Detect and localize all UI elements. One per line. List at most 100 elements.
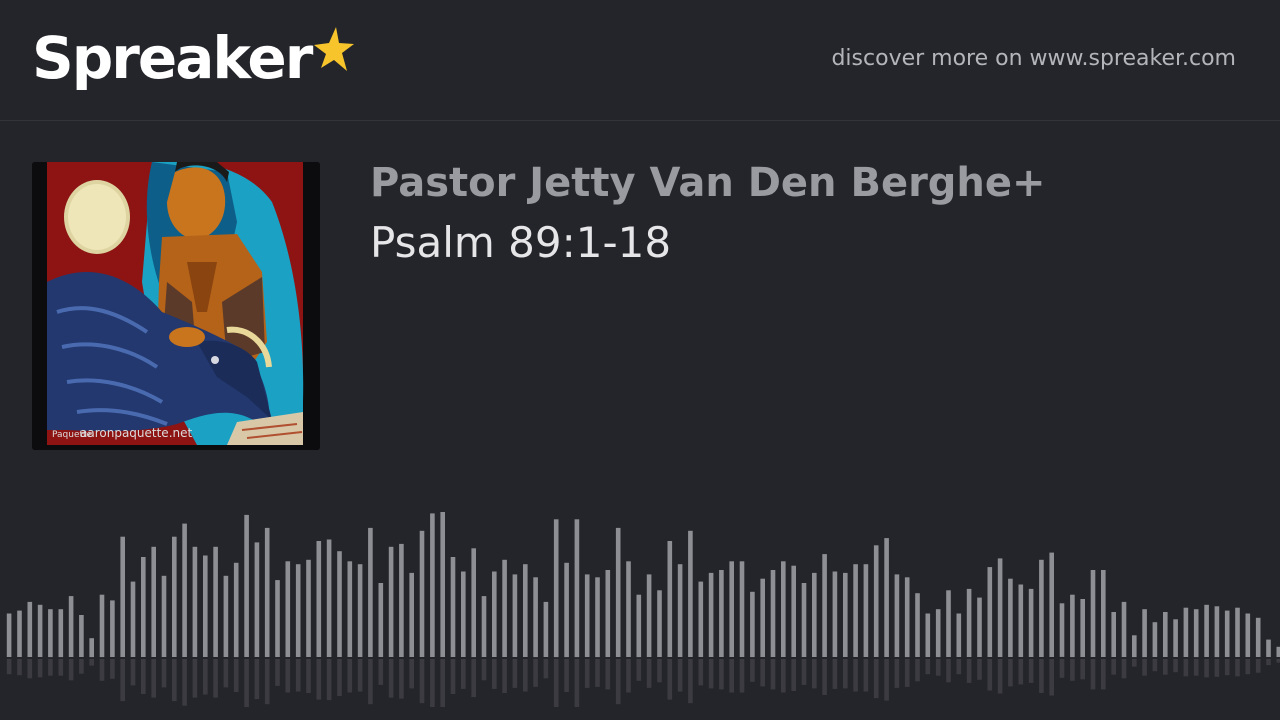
waveform-bar-reflection	[151, 659, 156, 698]
waveform-bar-reflection	[430, 659, 435, 707]
waveform-bar-reflection	[295, 659, 301, 692]
waveform-bar-reflection	[966, 659, 972, 683]
waveform-bar-reflection	[110, 659, 115, 679]
waveform-bar	[151, 546, 156, 657]
waveform-bar	[873, 545, 879, 657]
waveform-bar-reflection	[37, 659, 43, 678]
waveform-bar	[946, 590, 951, 657]
waveform-bar	[770, 570, 776, 657]
waveform-bar	[68, 596, 74, 657]
waveform-bar	[306, 559, 311, 657]
waveform-bar-reflection	[574, 659, 580, 707]
waveform-bar-reflection	[553, 659, 559, 707]
waveform-bar-reflection	[884, 659, 889, 701]
waveform-bar-reflection	[1028, 659, 1034, 683]
waveform-bar	[719, 570, 724, 657]
waveform-bar-reflection	[997, 659, 1003, 694]
spreaker-logo[interactable]: Spreaker	[32, 22, 356, 102]
waveform-bar	[409, 572, 414, 657]
waveform-bar-reflection	[1132, 659, 1137, 667]
waveform-bar-reflection	[419, 659, 425, 704]
waveform-bar-reflection	[347, 659, 353, 693]
waveform-bar-reflection	[750, 659, 755, 682]
waveform-bar	[1018, 584, 1024, 657]
waveform-bar-reflection	[1173, 659, 1178, 673]
waveform-bar	[1008, 578, 1013, 657]
waveform-bar	[822, 554, 827, 657]
waveform-bar-reflection	[904, 659, 910, 687]
waveform-bar-reflection	[130, 659, 136, 686]
waveform-bar-reflection	[1266, 659, 1271, 666]
waveform-bar	[997, 558, 1003, 657]
waveform-bar-reflection	[17, 659, 22, 676]
waveform-bar-reflection	[935, 659, 941, 676]
waveform-bar-reflection	[584, 659, 590, 688]
waveform-bar-reflection	[863, 659, 869, 692]
waveform-bar	[399, 543, 404, 657]
waveform-bar	[605, 570, 611, 657]
waveform-bar	[1142, 609, 1147, 658]
waveform-bar	[213, 546, 218, 657]
waveform-bar	[564, 562, 569, 658]
waveform-bar	[1235, 607, 1240, 657]
waveform-bar-reflection	[182, 659, 187, 706]
waveform-bar	[79, 615, 84, 657]
waveform-bar	[203, 555, 208, 657]
waveform-bar-reflection	[378, 659, 384, 685]
waveform-bar	[285, 561, 291, 657]
waveform-bar-reflection	[471, 659, 476, 698]
waveform-bar-reflection	[264, 659, 270, 705]
waveform-bar-reflection	[79, 659, 84, 674]
waveform-bar	[233, 562, 239, 658]
waveform-bar	[223, 575, 229, 657]
waveform-bar-reflection	[409, 659, 414, 689]
waveform-bar	[1163, 612, 1168, 657]
waveform-bar	[161, 575, 167, 657]
waveform-bar-reflection	[946, 659, 951, 683]
waveform-bar-reflection	[481, 659, 487, 681]
waveform-bar	[99, 594, 105, 658]
waveform-bar	[17, 610, 22, 657]
waveform-bar	[894, 574, 900, 657]
discover-link[interactable]: discover more on www.spreaker.com	[831, 46, 1236, 71]
waveform-bar	[904, 577, 910, 658]
waveform-bar-reflection	[791, 659, 796, 691]
waveform-bar-reflection	[1059, 659, 1065, 678]
waveform-bar-reflection	[523, 659, 528, 692]
waveform-bar-reflection	[925, 659, 931, 675]
waveform-bar	[1183, 607, 1189, 657]
waveform-bar-reflection	[739, 659, 745, 693]
waveform-bar	[667, 541, 673, 657]
waveform-bar-reflection	[203, 659, 208, 695]
waveform-bar	[801, 583, 807, 657]
waveform-bar-reflection	[1070, 659, 1075, 681]
waveform-bar	[1090, 570, 1096, 657]
waveform-bar	[1173, 619, 1178, 657]
waveform-bar	[987, 567, 993, 657]
waveform-bar	[791, 565, 796, 657]
waveform-bar-reflection	[120, 659, 125, 702]
waveform-bar-reflection	[1224, 659, 1230, 676]
waveform-bar-reflection	[1121, 659, 1127, 679]
star-icon	[314, 27, 355, 71]
waveform-bar-reflection	[337, 659, 342, 696]
waveform-bar-reflection	[1255, 659, 1261, 673]
waveform-bar-reflection	[388, 659, 394, 698]
waveform-bar	[1276, 646, 1280, 657]
waveform-bar-reflection	[760, 659, 765, 687]
waveform-bar-reflection	[657, 659, 662, 683]
waveform-bar	[182, 523, 187, 657]
waveform-bar	[935, 609, 941, 658]
waveform-bar-reflection	[770, 659, 776, 690]
waveform-bar-reflection	[233, 659, 239, 692]
waveform-bar	[326, 539, 332, 657]
player-screen: Spreaker discover more on www.spreaker.c…	[0, 0, 1280, 720]
waveform-bar	[192, 546, 198, 657]
waveform-bar	[1245, 613, 1251, 657]
waveform-bar	[264, 527, 270, 657]
waveform-bar	[512, 574, 518, 657]
waveform-bar	[295, 564, 301, 657]
waveform-bar	[120, 536, 125, 657]
waveform-bar	[275, 580, 280, 657]
waveform-bar	[244, 514, 249, 657]
